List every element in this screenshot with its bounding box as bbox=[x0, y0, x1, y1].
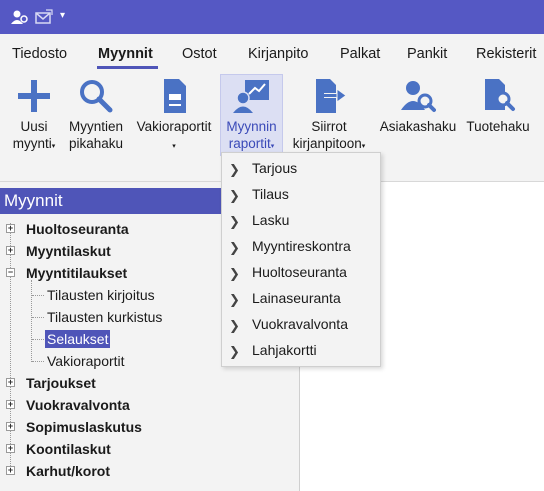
standard-reports-caret: ▾ bbox=[172, 143, 176, 150]
menu-item-lasku[interactable]: ❯ Lasku bbox=[222, 208, 380, 234]
magnifier-icon bbox=[80, 80, 113, 113]
user-settings-icon[interactable] bbox=[10, 9, 28, 25]
report-icon bbox=[164, 79, 186, 113]
product-search-icon bbox=[485, 79, 515, 111]
collapse-icon[interactable]: − bbox=[6, 268, 15, 277]
quick-sales-search-button[interactable]: Myyntien pikahaku bbox=[64, 78, 128, 158]
new-sale-button[interactable]: Uusi myynti▾ bbox=[6, 78, 62, 158]
expand-icon[interactable]: + bbox=[6, 422, 15, 431]
product-search-button[interactable]: Tuotehaku bbox=[460, 78, 536, 158]
tree-item-karhut-korot[interactable]: + Karhut/korot bbox=[0, 460, 290, 482]
tree-item-label: Myyntitilaukset bbox=[26, 265, 128, 281]
tree-item-label: Selaukset bbox=[45, 330, 111, 348]
menu-item-label: Lahjakortti bbox=[252, 342, 317, 358]
tree-item-label: Huoltoseuranta bbox=[26, 221, 129, 237]
tree-item-label: Vakioraportit bbox=[47, 353, 125, 369]
tree-item-label: Karhut/korot bbox=[26, 463, 110, 479]
tab-ostot[interactable]: Ostot bbox=[182, 46, 217, 62]
quick-sales-search-label-2: pikahaku bbox=[68, 136, 124, 151]
customer-search-button[interactable]: Asiakashaku bbox=[376, 78, 460, 158]
menu-item-label: Tilaus bbox=[252, 186, 289, 202]
menu-item-huoltoseuranta[interactable]: ❯ Huoltoseuranta bbox=[222, 260, 380, 286]
chevron-right-icon: ❯ bbox=[229, 188, 240, 203]
standard-reports-label: Vakioraportit bbox=[136, 119, 212, 134]
tab-pankit[interactable]: Pankit bbox=[407, 46, 447, 62]
menu-item-label: Huoltoseuranta bbox=[252, 264, 347, 280]
accounting-transfer-button[interactable]: Siirrot kirjanpitoon▾ bbox=[286, 78, 372, 158]
menu-item-label: Tarjous bbox=[252, 160, 298, 176]
expand-icon[interactable]: + bbox=[6, 466, 15, 475]
expand-icon[interactable]: + bbox=[6, 400, 15, 409]
tab-rekisterit[interactable]: Rekisterit bbox=[476, 46, 536, 62]
chevron-right-icon: ❯ bbox=[229, 266, 240, 281]
menu-item-tilaus[interactable]: ❯ Tilaus bbox=[222, 182, 380, 208]
tree-item-label: Tilausten kurkistus bbox=[47, 309, 163, 325]
chevron-right-icon: ❯ bbox=[229, 214, 240, 229]
tree-item-tarjoukset[interactable]: + Tarjoukset bbox=[0, 372, 290, 394]
sales-reports-label-2: raportit▾ bbox=[228, 136, 275, 151]
title-bar: ▾ bbox=[0, 0, 544, 34]
chevron-right-icon: ❯ bbox=[229, 318, 240, 333]
expand-icon[interactable]: + bbox=[6, 246, 15, 255]
product-search-label: Tuotehaku bbox=[466, 119, 530, 134]
quick-sales-search-label-1: Myyntien bbox=[68, 119, 124, 134]
customer-search-label: Asiakashaku bbox=[379, 119, 457, 134]
menu-item-label: Lainaseuranta bbox=[252, 290, 341, 306]
tab-myynnit[interactable]: Myynnit bbox=[98, 46, 153, 62]
mail-icon[interactable] bbox=[35, 9, 53, 25]
tree-item-label: Myyntilaskut bbox=[26, 243, 111, 259]
tree-item-label: Tilausten kirjoitus bbox=[47, 287, 155, 303]
sales-reports-button[interactable]: Myynnin raportit▾ bbox=[220, 74, 283, 156]
accounting-transfer-label-1: Siirrot bbox=[311, 119, 347, 134]
tree-item-koontilaskut[interactable]: + Koontilaskut bbox=[0, 438, 290, 460]
chevron-right-icon: ❯ bbox=[229, 162, 240, 177]
plus-icon bbox=[18, 80, 50, 112]
active-tab-indicator bbox=[97, 66, 158, 69]
quick-access-dropdown[interactable]: ▾ bbox=[60, 10, 65, 21]
menu-item-tarjous[interactable]: ❯ Tarjous bbox=[222, 156, 380, 182]
standard-reports-button[interactable]: Vakioraportit ▾ bbox=[130, 78, 218, 158]
sales-report-icon bbox=[232, 80, 269, 113]
chevron-right-icon: ❯ bbox=[229, 292, 240, 307]
new-sale-label-2: myynti▾ bbox=[12, 136, 56, 151]
menu-item-label: Myyntireskontra bbox=[252, 238, 351, 254]
transfer-icon bbox=[316, 79, 347, 113]
menu-item-lainaseuranta[interactable]: ❯ Lainaseuranta bbox=[222, 286, 380, 312]
tree-item-sopimuslaskutus[interactable]: + Sopimuslaskutus bbox=[0, 416, 290, 438]
accounting-transfer-label-2: kirjanpitoon▾ bbox=[292, 136, 366, 151]
expand-icon[interactable]: + bbox=[6, 224, 15, 233]
chevron-right-icon: ❯ bbox=[229, 240, 240, 255]
menu-bar: Tiedosto Myynnit Ostot Kirjanpito Palkat… bbox=[0, 34, 544, 70]
tree-item-label: Vuokravalvonta bbox=[26, 397, 130, 413]
menu-item-label: Lasku bbox=[252, 212, 290, 228]
expand-icon[interactable]: + bbox=[6, 378, 15, 387]
sales-reports-label-1: Myynnin bbox=[226, 119, 277, 134]
sales-reports-menu: ❯ Tarjous ❯ Tilaus ❯ Lasku ❯ Myyntireskontra… bbox=[221, 152, 381, 367]
menu-item-vuokravalvonta[interactable]: ❯ Vuokravalvonta bbox=[222, 312, 380, 338]
customer-search-icon bbox=[401, 81, 436, 112]
tab-tiedosto[interactable]: Tiedosto bbox=[12, 46, 67, 62]
menu-item-label: Vuokravalvonta bbox=[252, 316, 348, 332]
tree-item-label: Tarjoukset bbox=[26, 375, 96, 391]
tab-kirjanpito[interactable]: Kirjanpito bbox=[248, 46, 308, 62]
tab-palkat[interactable]: Palkat bbox=[340, 46, 380, 62]
tree-item-label: Sopimuslaskutus bbox=[26, 419, 142, 435]
tree-item-label: Koontilaskut bbox=[26, 441, 111, 457]
tree-item-vuokravalvonta[interactable]: + Vuokravalvonta bbox=[0, 394, 290, 416]
expand-icon[interactable]: + bbox=[6, 444, 15, 453]
chevron-right-icon: ❯ bbox=[229, 344, 240, 359]
menu-item-myyntireskontra[interactable]: ❯ Myyntireskontra bbox=[222, 234, 380, 260]
menu-item-lahjakortti[interactable]: ❯ Lahjakortti bbox=[222, 338, 380, 364]
new-sale-label-1: Uusi bbox=[20, 119, 48, 134]
